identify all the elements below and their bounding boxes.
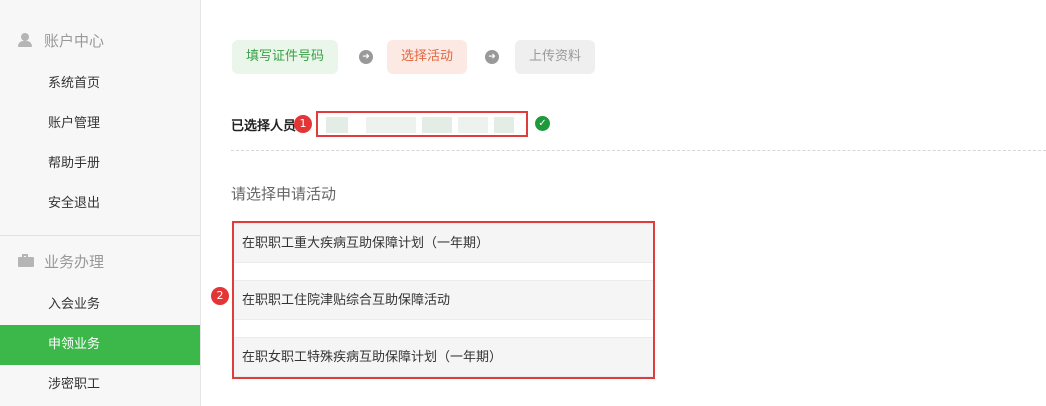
sidebar-item-logout[interactable]: 安全退出: [0, 184, 200, 224]
redacted-name: [422, 117, 452, 133]
sidebar-item-account[interactable]: 账户管理: [0, 104, 200, 144]
account-center-title: 账户中心: [44, 31, 105, 50]
redacted-name: [326, 117, 348, 133]
dashed-divider: [231, 150, 1046, 151]
check-icon: ✓: [535, 116, 550, 131]
redacted-name: [366, 117, 416, 133]
business-header: 业务办理: [0, 241, 200, 281]
briefcase-icon: [18, 254, 34, 268]
activity-item-female-disease[interactable]: 在职女职工特殊疾病互助保障计划（一年期）: [234, 337, 653, 377]
user-icon: [18, 33, 32, 47]
business-title: 业务办理: [44, 252, 105, 271]
select-activity-prompt: 请选择申请活动: [231, 185, 337, 203]
sidebar-item-membership[interactable]: 入会业务: [0, 285, 200, 325]
arrow-right-icon: ➜: [359, 50, 373, 64]
redacted-name: [458, 117, 488, 133]
annotation-badge-1: 1: [294, 115, 312, 133]
selected-person-name-box: [316, 111, 528, 137]
sidebar-divider: [0, 235, 200, 236]
step-upload-docs: 上传资料: [515, 40, 596, 74]
activity-item-critical-illness[interactable]: 在职职工重大疾病互助保障计划（一年期）: [234, 223, 653, 263]
sidebar-item-classified-staff[interactable]: 涉密职工: [0, 365, 200, 405]
sidebar-item-claim[interactable]: 申领业务: [0, 325, 200, 365]
step-fill-id: 填写证件号码: [232, 40, 339, 74]
sidebar: 账户中心 系统首页 账户管理 帮助手册 安全退出 业务办理 入会业务 申领业务 …: [0, 0, 201, 406]
activity-item-hospital-allowance[interactable]: 在职职工住院津贴综合互助保障活动: [234, 280, 653, 320]
sidebar-item-home[interactable]: 系统首页: [0, 64, 200, 104]
annotation-badge-2: 2: [211, 287, 229, 305]
redacted-name: [494, 117, 514, 133]
arrow-right-icon: ➜: [485, 50, 499, 64]
account-center-header: 账户中心: [0, 20, 200, 60]
step-select-activity: 选择活动: [387, 40, 468, 74]
selected-person-label: 已选择人员: [231, 119, 297, 134]
sidebar-item-help[interactable]: 帮助手册: [0, 144, 200, 184]
